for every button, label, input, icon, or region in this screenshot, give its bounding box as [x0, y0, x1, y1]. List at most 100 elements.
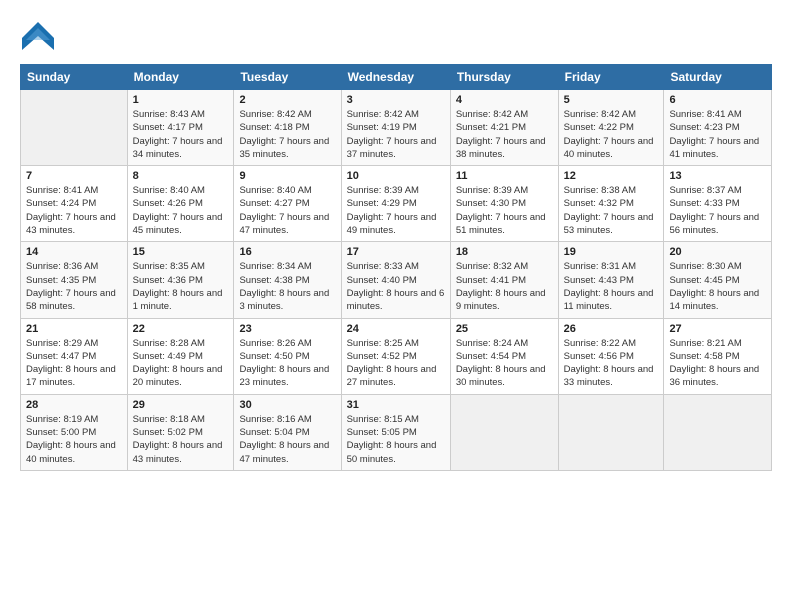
calendar-cell — [21, 90, 128, 166]
day-number: 29 — [133, 399, 229, 411]
calendar-cell: 24Sunrise: 8:25 AMSunset: 4:52 PMDayligh… — [341, 318, 450, 394]
day-info: Sunrise: 8:37 AMSunset: 4:33 PMDaylight:… — [669, 184, 766, 237]
day-number: 2 — [239, 94, 335, 106]
day-info: Sunrise: 8:30 AMSunset: 4:45 PMDaylight:… — [669, 260, 766, 313]
day-number: 18 — [456, 246, 553, 258]
day-info: Sunrise: 8:33 AMSunset: 4:40 PMDaylight:… — [347, 260, 445, 313]
weekday-header-row: SundayMondayTuesdayWednesdayThursdayFrid… — [21, 65, 772, 90]
day-number: 6 — [669, 94, 766, 106]
calendar-week-row: 21 Sunrise: 8:29 AMSunset: 4:47 PMDayligh… — [21, 318, 772, 394]
day-info: Sunrise: 8:21 AMSunset: 4:58 PMDaylight:… — [669, 337, 766, 390]
calendar-cell: 31Sunrise: 8:15 AMSunset: 5:05 PMDayligh… — [341, 394, 450, 470]
calendar-cell: 9 Sunrise: 8:40 AMSunset: 4:27 PMDaylight… — [234, 166, 341, 242]
day-number: 17 — [347, 246, 445, 258]
calendar-table: SundayMondayTuesdayWednesdayThursdayFrid… — [20, 64, 772, 471]
day-info: Sunrise: 8:42 AMSunset: 4:19 PMDaylight:… — [347, 108, 445, 161]
day-number: 10 — [347, 170, 445, 182]
day-info: Sunrise: 8:34 AMSunset: 4:38 PMDaylight:… — [239, 260, 335, 313]
calendar-cell: 7 Sunrise: 8:41 AMSunset: 4:24 PMDaylight… — [21, 166, 128, 242]
day-info: Sunrise: 8:25 AMSunset: 4:52 PMDaylight:… — [347, 337, 445, 390]
calendar-cell: 4 Sunrise: 8:42 AMSunset: 4:21 PMDaylight… — [450, 90, 558, 166]
weekday-header-sunday: Sunday — [21, 65, 128, 90]
day-number: 8 — [133, 170, 229, 182]
day-info: Sunrise: 8:39 AMSunset: 4:29 PMDaylight:… — [347, 184, 445, 237]
calendar-cell: 21 Sunrise: 8:29 AMSunset: 4:47 PMDayligh… — [21, 318, 128, 394]
day-number: 31 — [347, 399, 445, 411]
day-info: Sunrise: 8:40 AMSunset: 4:26 PMDaylight:… — [133, 184, 229, 237]
calendar-cell: 2Sunrise: 8:42 AMSunset: 4:18 PMDaylight… — [234, 90, 341, 166]
calendar-cell: 5Sunrise: 8:42 AMSunset: 4:22 PMDaylight… — [558, 90, 664, 166]
calendar-cell: 3Sunrise: 8:42 AMSunset: 4:19 PMDaylight… — [341, 90, 450, 166]
day-info: Sunrise: 8:18 AMSunset: 5:02 PMDaylight:… — [133, 413, 229, 466]
day-info: Sunrise: 8:19 AMSunset: 5:00 PMDaylight:… — [26, 413, 122, 466]
day-number: 13 — [669, 170, 766, 182]
day-number: 4 — [456, 94, 553, 106]
day-info: Sunrise: 8:41 AMSunset: 4:24 PMDaylight:… — [26, 184, 122, 237]
day-number: 30 — [239, 399, 335, 411]
page: SundayMondayTuesdayWednesdayThursdayFrid… — [0, 0, 792, 612]
calendar-week-row: 1Sunrise: 8:43 AMSunset: 4:17 PMDaylight… — [21, 90, 772, 166]
day-number: 7 — [26, 170, 122, 182]
calendar-cell — [558, 394, 664, 470]
day-number: 9 — [239, 170, 335, 182]
calendar-body: 1Sunrise: 8:43 AMSunset: 4:17 PMDaylight… — [21, 90, 772, 471]
calendar-week-row: 28 Sunrise: 8:19 AMSunset: 5:00 PMDayligh… — [21, 394, 772, 470]
day-number: 14 — [26, 246, 122, 258]
calendar-header: SundayMondayTuesdayWednesdayThursdayFrid… — [21, 65, 772, 90]
day-info: Sunrise: 8:42 AMSunset: 4:22 PMDaylight:… — [564, 108, 659, 161]
calendar-cell: 19Sunrise: 8:31 AMSunset: 4:43 PMDayligh… — [558, 242, 664, 318]
calendar-cell: 30Sunrise: 8:16 AMSunset: 5:04 PMDayligh… — [234, 394, 341, 470]
day-number: 27 — [669, 323, 766, 335]
logo-icon — [20, 18, 56, 54]
day-number: 25 — [456, 323, 553, 335]
day-number: 23 — [239, 323, 335, 335]
weekday-header-wednesday: Wednesday — [341, 65, 450, 90]
calendar-cell — [664, 394, 772, 470]
day-info: Sunrise: 8:29 AMSunset: 4:47 PMDaylight:… — [26, 337, 122, 390]
day-number: 11 — [456, 170, 553, 182]
calendar-cell: 22 Sunrise: 8:28 AMSunset: 4:49 PMDayligh… — [127, 318, 234, 394]
calendar-cell: 29 Sunrise: 8:18 AMSunset: 5:02 PMDayligh… — [127, 394, 234, 470]
calendar-cell: 26 Sunrise: 8:22 AMSunset: 4:56 PMDayligh… — [558, 318, 664, 394]
calendar-cell: 6 Sunrise: 8:41 AMSunset: 4:23 PMDaylight… — [664, 90, 772, 166]
calendar-cell: 12 Sunrise: 8:38 AMSunset: 4:32 PMDayligh… — [558, 166, 664, 242]
day-info: Sunrise: 8:41 AMSunset: 4:23 PMDaylight:… — [669, 108, 766, 161]
calendar-cell — [450, 394, 558, 470]
weekday-header-thursday: Thursday — [450, 65, 558, 90]
day-number: 21 — [26, 323, 122, 335]
day-number: 12 — [564, 170, 659, 182]
day-number: 28 — [26, 399, 122, 411]
calendar-cell: 25Sunrise: 8:24 AMSunset: 4:54 PMDayligh… — [450, 318, 558, 394]
calendar-cell: 15Sunrise: 8:35 AMSunset: 4:36 PMDayligh… — [127, 242, 234, 318]
calendar-cell: 27 Sunrise: 8:21 AMSunset: 4:58 PMDayligh… — [664, 318, 772, 394]
day-info: Sunrise: 8:22 AMSunset: 4:56 PMDaylight:… — [564, 337, 659, 390]
day-info: Sunrise: 8:35 AMSunset: 4:36 PMDaylight:… — [133, 260, 229, 313]
day-info: Sunrise: 8:31 AMSunset: 4:43 PMDaylight:… — [564, 260, 659, 313]
calendar-cell: 18Sunrise: 8:32 AMSunset: 4:41 PMDayligh… — [450, 242, 558, 318]
calendar-cell: 13 Sunrise: 8:37 AMSunset: 4:33 PMDayligh… — [664, 166, 772, 242]
calendar-cell: 11 Sunrise: 8:39 AMSunset: 4:30 PMDayligh… — [450, 166, 558, 242]
day-number: 16 — [239, 246, 335, 258]
calendar-week-row: 7 Sunrise: 8:41 AMSunset: 4:24 PMDaylight… — [21, 166, 772, 242]
weekday-header-monday: Monday — [127, 65, 234, 90]
calendar-cell: 23 Sunrise: 8:26 AMSunset: 4:50 PMDayligh… — [234, 318, 341, 394]
day-info: Sunrise: 8:28 AMSunset: 4:49 PMDaylight:… — [133, 337, 229, 390]
day-info: Sunrise: 8:38 AMSunset: 4:32 PMDaylight:… — [564, 184, 659, 237]
calendar-cell: 10 Sunrise: 8:39 AMSunset: 4:29 PMDayligh… — [341, 166, 450, 242]
day-info: Sunrise: 8:26 AMSunset: 4:50 PMDaylight:… — [239, 337, 335, 390]
day-info: Sunrise: 8:36 AMSunset: 4:35 PMDaylight:… — [26, 260, 122, 313]
calendar-cell: 8 Sunrise: 8:40 AMSunset: 4:26 PMDaylight… — [127, 166, 234, 242]
day-number: 26 — [564, 323, 659, 335]
day-number: 1 — [133, 94, 229, 106]
calendar-cell: 1Sunrise: 8:43 AMSunset: 4:17 PMDaylight… — [127, 90, 234, 166]
weekday-header-tuesday: Tuesday — [234, 65, 341, 90]
day-info: Sunrise: 8:40 AMSunset: 4:27 PMDaylight:… — [239, 184, 335, 237]
weekday-header-saturday: Saturday — [664, 65, 772, 90]
day-number: 22 — [133, 323, 229, 335]
day-info: Sunrise: 8:39 AMSunset: 4:30 PMDaylight:… — [456, 184, 553, 237]
calendar-cell: 17 Sunrise: 8:33 AMSunset: 4:40 PMDayligh… — [341, 242, 450, 318]
day-info: Sunrise: 8:42 AMSunset: 4:21 PMDaylight:… — [456, 108, 553, 161]
calendar-cell: 28 Sunrise: 8:19 AMSunset: 5:00 PMDayligh… — [21, 394, 128, 470]
calendar-cell: 20 Sunrise: 8:30 AMSunset: 4:45 PMDayligh… — [664, 242, 772, 318]
day-number: 20 — [669, 246, 766, 258]
